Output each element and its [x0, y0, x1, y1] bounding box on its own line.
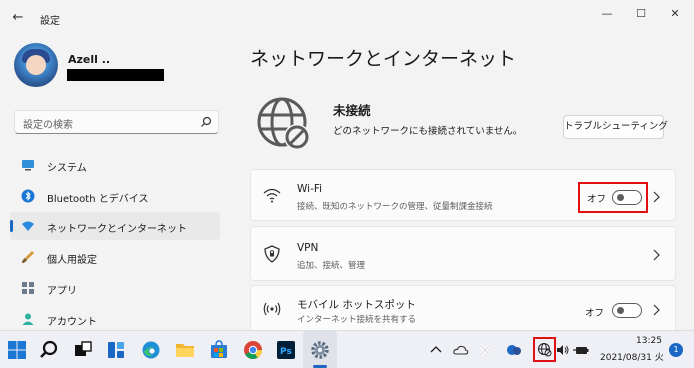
windows-start-icon[interactable]	[7, 340, 27, 360]
network-tray-highlight	[533, 337, 556, 362]
connection-status-title: 未接続	[333, 103, 371, 118]
hotspot-title: モバイル ホットスポット	[297, 299, 416, 311]
chevron-up-icon[interactable]	[429, 343, 443, 357]
clock-time[interactable]: 13:25	[636, 336, 662, 346]
sidebar-item-personalization[interactable]: 個人用設定	[10, 243, 220, 271]
wifi-icon	[263, 188, 281, 203]
teams-chat-icon[interactable]	[506, 343, 522, 357]
chevron-right-icon	[653, 304, 660, 316]
shield-icon	[264, 245, 280, 263]
task-view-icon[interactable]	[73, 340, 93, 360]
hotspot-toggle-label: オフ	[585, 308, 605, 319]
person-icon	[22, 313, 34, 325]
onedrive-cloud-icon[interactable]	[453, 343, 469, 357]
app-title: 設定	[40, 16, 60, 27]
battery-plug-icon[interactable]	[573, 343, 589, 357]
brush-icon	[22, 251, 34, 263]
wifi-diamond-icon	[22, 221, 34, 231]
search-icon	[201, 116, 212, 127]
widgets-icon[interactable]	[106, 340, 126, 360]
hotspot-icon	[263, 302, 281, 316]
monitor-icon	[22, 160, 34, 171]
chrome-icon[interactable]	[243, 340, 263, 360]
vpn-card[interactable]: VPN 追加、接続、管理	[250, 226, 676, 281]
maximize-button[interactable]: ☐	[630, 6, 652, 22]
title-bar: ← 設定 — ☐ ✕	[0, 0, 694, 36]
hotspot-card[interactable]: モバイル ホットスポット インターネット接続を共有する オフ	[250, 285, 676, 333]
wifi-subtitle: 接続、既知のネットワークの管理、従量制課金接続	[297, 202, 493, 212]
hotspot-toggle[interactable]	[612, 303, 642, 318]
sidebar-item-bluetooth[interactable]: Bluetooth とデバイス	[10, 182, 220, 210]
sidebar-item-system[interactable]: システム	[10, 151, 220, 179]
redacted-email	[67, 69, 164, 81]
hotspot-subtitle: インターネット接続を共有する	[297, 315, 417, 325]
bluetooth-icon	[21, 189, 35, 203]
vpn-subtitle: 追加、接続、管理	[297, 261, 366, 271]
edge-icon[interactable]	[141, 340, 161, 360]
speaker-icon[interactable]	[556, 343, 570, 357]
page-title: ネットワークとインターネット	[250, 48, 517, 70]
vpn-title: VPN	[297, 242, 319, 254]
wifi-title: Wi-Fi	[297, 183, 323, 195]
svg-text:Ps: Ps	[280, 347, 292, 357]
chevron-right-icon	[653, 249, 660, 261]
search-input[interactable]: 設定の検索	[14, 110, 219, 134]
search-placeholder: 設定の検索	[23, 120, 73, 131]
sidebar-item-accounts[interactable]: アカウント	[10, 305, 220, 333]
taskbar: Ps	[0, 330, 694, 368]
back-button[interactable]: ←	[10, 10, 26, 26]
user-name: Azell ..	[68, 53, 111, 66]
minimize-button[interactable]: —	[596, 6, 618, 22]
clock-date[interactable]: 2021/08/31 火	[600, 350, 664, 363]
apps-icon	[22, 282, 34, 294]
close-button[interactable]: ✕	[664, 6, 686, 22]
x-app-icon[interactable]	[478, 343, 492, 357]
search-icon[interactable]	[39, 340, 59, 360]
avatar[interactable]	[14, 43, 58, 87]
sidebar-item-apps[interactable]: アプリ	[10, 274, 220, 302]
sidebar-item-network[interactable]: ネットワークとインターネット	[10, 212, 220, 240]
photoshop-icon[interactable]: Ps	[276, 340, 296, 360]
globe-disconnected-icon	[257, 97, 310, 150]
wifi-toggle-highlight	[578, 182, 648, 213]
connection-status-description: どのネットワークにも接続されていません。	[333, 126, 523, 137]
chevron-right-icon	[653, 191, 660, 203]
store-icon[interactable]	[209, 340, 229, 360]
active-indicator	[10, 220, 13, 232]
settings-gear-icon[interactable]	[310, 340, 330, 360]
troubleshoot-button[interactable]: トラブルシューティング	[563, 115, 668, 139]
notification-badge[interactable]: 1	[669, 343, 683, 357]
file-explorer-icon[interactable]	[175, 340, 195, 360]
